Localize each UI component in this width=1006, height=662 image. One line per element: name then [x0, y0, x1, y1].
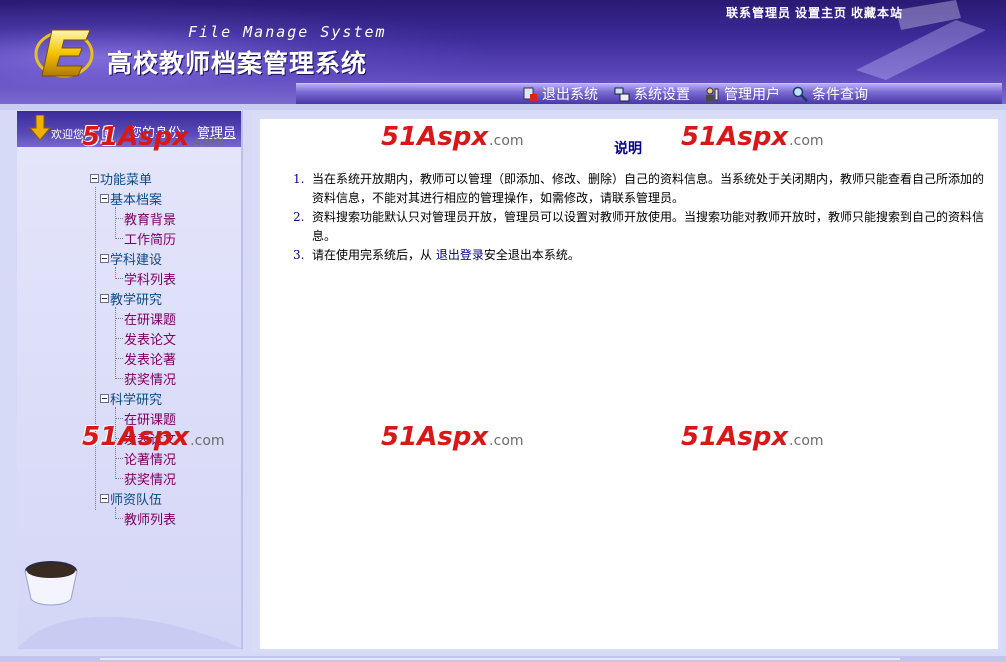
collapse-icon [100, 293, 109, 303]
nav-search-label: 条件查询 [812, 87, 868, 103]
note-item: 1. 当在系统开放期内，教师可以管理（即添加、修改、删除）自己的资料信息。当系统处… [293, 172, 985, 205]
header-divider [0, 104, 1006, 110]
tree-guide-root [95, 187, 96, 510]
logout-link[interactable]: 退出登录 [436, 248, 484, 262]
nav-bar: 退出系统 系统设置 管理用户 条件查询 [296, 83, 1002, 104]
bookmark-site-link[interactable]: 收藏本站 [851, 6, 903, 20]
set-homepage-link[interactable]: 设置主页 [795, 6, 847, 20]
watermark-logo: 51 Aspx .com [681, 122, 824, 152]
note-item: 3. 请在使用完系统后，从 退出登录安全退出本系统。 [293, 248, 580, 262]
coffee-cup-decoration-icon [17, 561, 241, 649]
menu-item-education[interactable]: 教育背景 [115, 209, 176, 228]
watermark-logo: 51 Aspx .com [82, 422, 225, 452]
menu-group-teaching-research[interactable]: 教学研究 [100, 289, 162, 308]
settings-icon [614, 87, 630, 102]
content-area: 说明 1. 当在系统开放期内，教师可以管理（即添加、修改、删除）自己的资料信息。当… [260, 119, 998, 649]
collapse-icon [100, 193, 109, 203]
content-title: 说明 [614, 141, 642, 157]
left-sidebar: 欢迎您, 回 您的身份: 管理员 功能菜单 基本档案 教育背景 工作简历 学科建… [17, 111, 243, 649]
down-arrow-icon [29, 115, 51, 141]
collapse-icon [100, 393, 109, 403]
collapse-icon [100, 493, 109, 503]
nav-users[interactable]: 管理用户 [704, 84, 780, 104]
logout-icon [523, 87, 537, 101]
menu-group-science-research[interactable]: 科学研究 [100, 389, 162, 408]
nav-users-label: 管理用户 [724, 87, 780, 103]
note-item: 2. 资料搜索功能默认只对管理员开放，管理员可以设置对教师开放使用。当搜索功能对教… [293, 210, 985, 243]
main-panel: 说明 1. 当在系统开放期内，教师可以管理（即添加、修改、删除）自己的资料信息。当… [252, 111, 1002, 652]
menu-item-discipline-list[interactable]: 学科列表 [115, 269, 176, 288]
contact-admin-link[interactable]: 联系管理员 [726, 6, 791, 20]
watermark-logo: 51 Aspx .com [82, 122, 225, 152]
nav-search[interactable]: 条件查询 [792, 84, 868, 104]
collapse-icon [100, 253, 109, 263]
system-subtitle: File Manage System [188, 23, 387, 41]
nav-settings[interactable]: 系统设置 [614, 84, 690, 104]
users-icon [706, 87, 719, 101]
notes-list: 1. 当在系统开放期内，教师可以管理（即添加、修改、删除）自己的资料信息。当系统处… [288, 170, 988, 265]
system-title: 高校教师档案管理系统 [107, 49, 368, 78]
menu-group-discipline[interactable]: 学科建设 [100, 249, 162, 268]
menu-root[interactable]: 功能菜单 [90, 169, 152, 188]
menu-item-teaching-awards[interactable]: 获奖情况 [115, 369, 176, 388]
menu-item-teaching-papers[interactable]: 发表论文 [115, 329, 176, 348]
menu-item-science-awards[interactable]: 获奖情况 [115, 469, 176, 488]
nav-logout-label: 退出系统 [542, 87, 598, 103]
menu-group-basic-archive[interactable]: 基本档案 [100, 189, 162, 208]
logo-e-icon [34, 29, 94, 78]
collapse-icon [90, 173, 99, 183]
watermark-logo: 51 Aspx .com [381, 422, 524, 452]
header-banner: 联系管理员 设置主页 收藏本站 File Manage System 高校教师档案管… [0, 0, 1006, 104]
top-links: 联系管理员 设置主页 收藏本站 [726, 4, 907, 21]
watermark-logo: 51 Aspx .com [381, 122, 524, 152]
menu-item-teaching-books[interactable]: 发表论著 [115, 349, 176, 368]
footer-bar [0, 656, 1006, 662]
menu-item-teaching-projects[interactable]: 在研课题 [115, 309, 176, 328]
menu-item-teacher-list[interactable]: 教师列表 [115, 509, 176, 528]
nav-settings-label: 系统设置 [634, 87, 690, 103]
menu-item-work-history[interactable]: 工作简历 [115, 229, 176, 248]
search-icon [792, 86, 808, 102]
watermark-logo: 51 Aspx .com [681, 422, 824, 452]
nav-logout[interactable]: 退出系统 [522, 84, 598, 104]
menu-group-faculty[interactable]: 师资队伍 [100, 489, 162, 508]
